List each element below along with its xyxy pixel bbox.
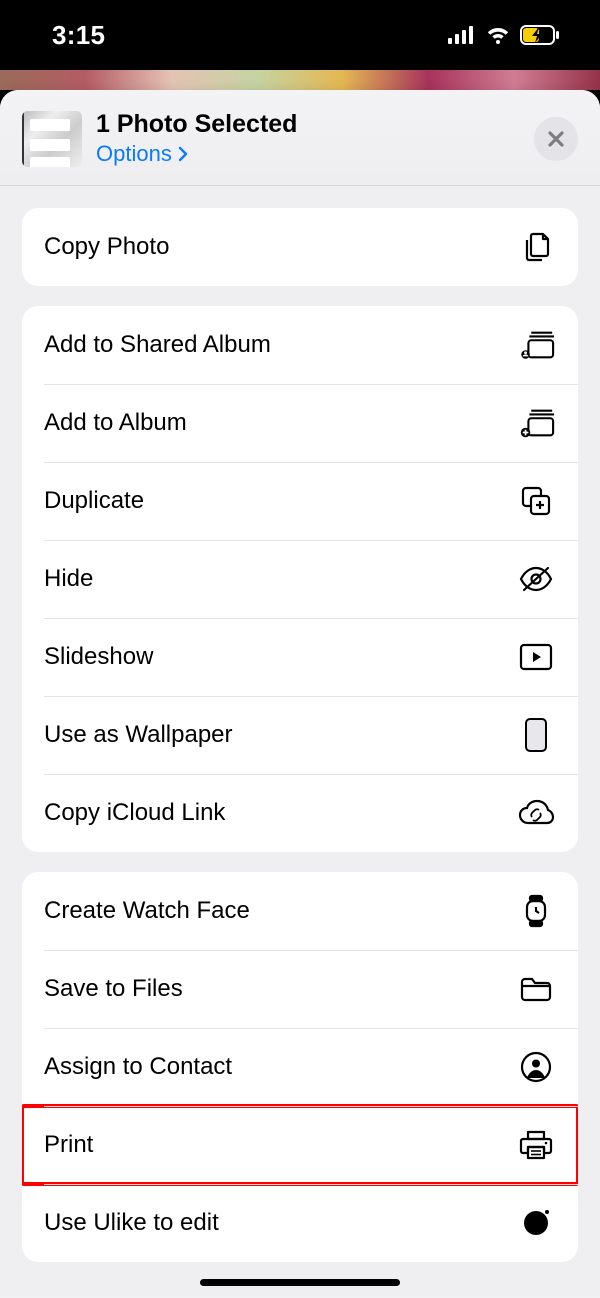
- dot-icon: [516, 1207, 556, 1239]
- cellular-icon: [448, 26, 476, 44]
- photo-thumbnail[interactable]: [22, 111, 82, 167]
- add-album-icon: [516, 406, 556, 440]
- duplicate-icon: [516, 484, 556, 518]
- close-icon: [547, 130, 565, 148]
- action-copy-icloud-link[interactable]: Copy iCloud Link: [22, 774, 578, 852]
- action-label: Assign to Contact: [44, 1053, 232, 1081]
- actions-scroll[interactable]: Copy Photo Add to Shared Album: [0, 186, 600, 1296]
- share-sheet: 1 Photo Selected Options Copy Photo: [0, 90, 600, 1298]
- action-use-wallpaper[interactable]: Use as Wallpaper: [22, 696, 578, 774]
- home-indicator[interactable]: [200, 1279, 400, 1286]
- status-time: 3:15: [52, 20, 105, 51]
- action-label: Hide: [44, 565, 93, 593]
- action-use-ulike[interactable]: Use Ulike to edit: [22, 1184, 578, 1262]
- printer-icon: [516, 1129, 556, 1161]
- status-icons: [448, 25, 560, 45]
- action-create-watch-face[interactable]: Create Watch Face: [22, 872, 578, 950]
- contact-icon: [516, 1051, 556, 1083]
- action-label: Copy iCloud Link: [44, 799, 225, 827]
- action-label: Save to Files: [44, 975, 183, 1003]
- action-duplicate[interactable]: Duplicate: [22, 462, 578, 540]
- phone-icon: [516, 717, 556, 753]
- action-hide[interactable]: Hide: [22, 540, 578, 618]
- close-button[interactable]: [534, 117, 578, 161]
- action-save-to-files[interactable]: Save to Files: [22, 950, 578, 1028]
- action-assign-contact[interactable]: Assign to Contact: [22, 1028, 578, 1106]
- action-label: Copy Photo: [44, 233, 169, 261]
- action-slideshow[interactable]: Slideshow: [22, 618, 578, 696]
- action-print[interactable]: Print: [22, 1106, 578, 1184]
- action-group: Create Watch Face Save to Files: [22, 872, 578, 1262]
- action-add-album[interactable]: Add to Album: [22, 384, 578, 462]
- action-label: Use Ulike to edit: [44, 1209, 219, 1237]
- options-label: Options: [96, 141, 172, 167]
- action-label: Add to Shared Album: [44, 331, 271, 359]
- action-copy-photo[interactable]: Copy Photo: [22, 208, 578, 286]
- shared-album-icon: [516, 328, 556, 362]
- folder-icon: [516, 975, 556, 1003]
- battery-icon: [520, 25, 560, 45]
- action-label: Add to Album: [44, 409, 187, 437]
- status-bar: 3:15: [0, 0, 600, 70]
- wifi-icon: [485, 25, 511, 45]
- action-label: Create Watch Face: [44, 897, 250, 925]
- options-button[interactable]: Options: [96, 141, 188, 167]
- action-label: Slideshow: [44, 643, 153, 671]
- watch-icon: [516, 894, 556, 928]
- sheet-header: 1 Photo Selected Options: [0, 90, 600, 186]
- action-group: Copy Photo: [22, 208, 578, 286]
- sheet-title: 1 Photo Selected: [96, 110, 534, 139]
- play-icon: [516, 643, 556, 671]
- action-label: Print: [44, 1131, 93, 1159]
- chevron-right-icon: [178, 146, 188, 162]
- cloud-link-icon: [516, 799, 556, 827]
- action-group: Add to Shared Album Add to Album: [22, 306, 578, 852]
- action-add-shared-album[interactable]: Add to Shared Album: [22, 306, 578, 384]
- action-label: Duplicate: [44, 487, 144, 515]
- hide-icon: [516, 565, 556, 593]
- action-label: Use as Wallpaper: [44, 721, 233, 749]
- photo-peek: [0, 70, 600, 90]
- copy-icon: [516, 230, 556, 264]
